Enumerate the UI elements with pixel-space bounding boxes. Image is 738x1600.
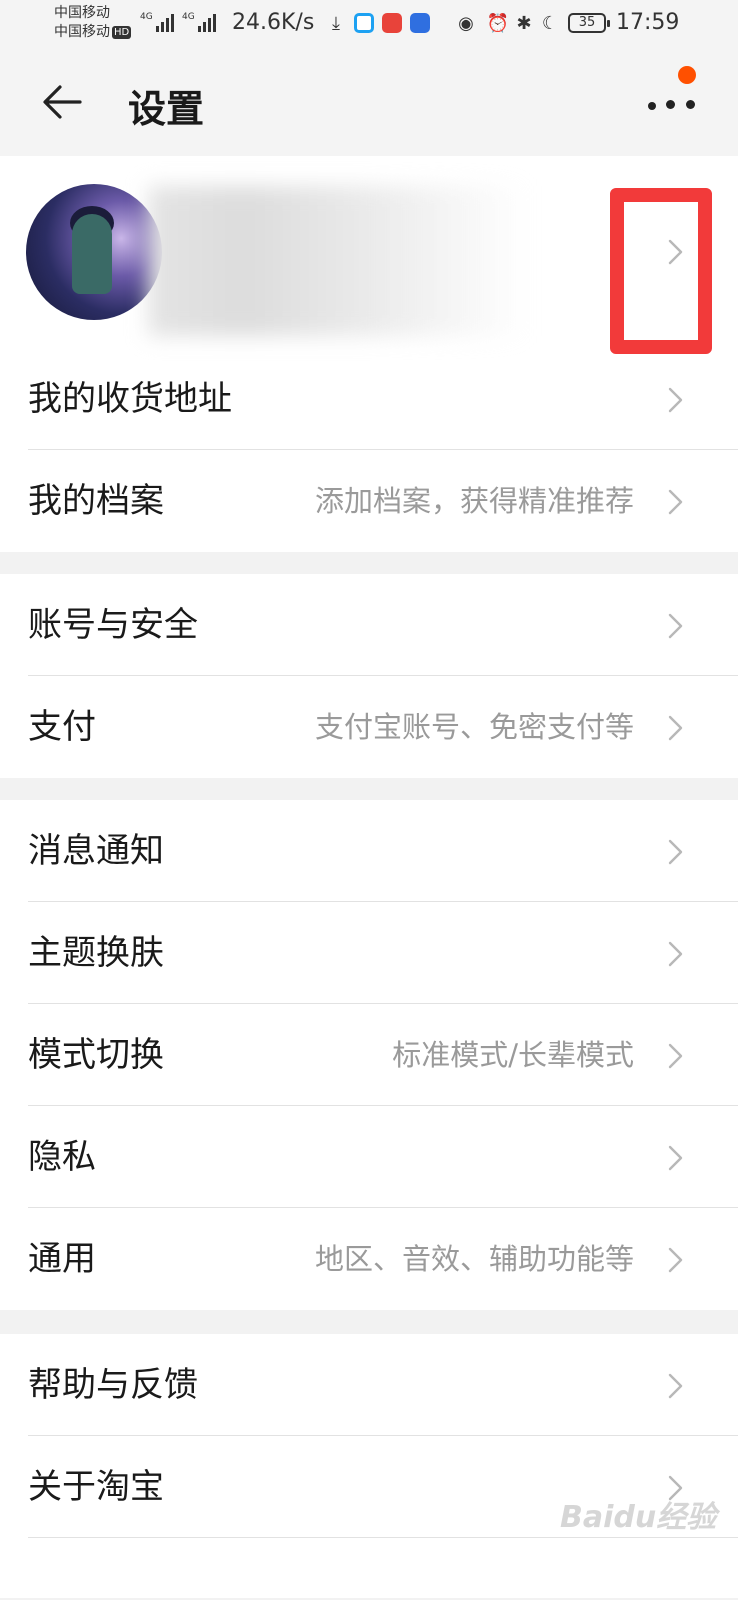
settings-row-mode[interactable]: 模式切换 标准模式/长辈模式 <box>0 1004 738 1106</box>
row-label: 通用 <box>28 1239 96 1279</box>
browser-app-icon <box>354 13 374 33</box>
download-icon: ⤓ <box>332 12 340 34</box>
carrier-info: 中国移动 中国移动 HD <box>54 4 132 42</box>
settings-row-help[interactable]: 帮助与反馈 <box>0 1334 738 1436</box>
app-header: 设置 <box>0 48 738 156</box>
chevron-right-icon <box>668 1247 683 1273</box>
settings-row-privacy[interactable]: 隐私 <box>0 1106 738 1208</box>
row-label: 账号与安全 <box>28 605 198 645</box>
row-description: 地区、音效、辅助功能等 <box>314 1242 634 1276</box>
battery-icon: 35 <box>568 13 610 33</box>
row-label: 关于淘宝 <box>28 1467 164 1507</box>
row-description: 标准模式/长辈模式 <box>392 1038 634 1072</box>
settings-row-general[interactable]: 通用 地区、音效、辅助功能等 <box>0 1208 738 1310</box>
moon-icon: ☾ <box>541 12 559 34</box>
row-description: 添加档案，获得精准推荐 <box>314 484 634 518</box>
status-bar: 中国移动 中国移动 HD 4G 4G 24.6K/s ⤓ ◉ ⏰ ✱ ☾ 35 1… <box>0 0 738 48</box>
settings-row-archive[interactable]: 我的档案 添加档案，获得精准推荐 <box>0 450 738 552</box>
blurred-username <box>148 186 528 336</box>
avatar[interactable] <box>26 184 162 320</box>
chevron-right-icon <box>668 1145 683 1171</box>
row-label: 我的收货地址 <box>28 379 232 419</box>
settings-row-account-security[interactable]: 账号与安全 <box>0 574 738 676</box>
carrier-2: 中国移动 <box>54 24 110 40</box>
settings-row-address[interactable]: 我的收货地址 <box>0 348 738 450</box>
signal-1-icon: 4G <box>140 12 174 32</box>
row-label: 消息通知 <box>28 831 164 871</box>
bulb-app-icon <box>410 13 430 33</box>
eye-icon: ◉ <box>458 12 474 34</box>
alarm-icon: ⏰ <box>486 12 510 34</box>
settings-row-payment[interactable]: 支付 支付宝账号、免密支付等 <box>0 676 738 778</box>
more-menu-button[interactable] <box>640 78 710 128</box>
signal-2-icon: 4G <box>182 12 216 32</box>
chevron-right-icon <box>668 387 683 413</box>
network-type-1: 4G <box>140 12 153 22</box>
row-label: 隐私 <box>28 1137 96 1177</box>
highlight-box <box>610 188 712 354</box>
carrier-1: 中国移动 <box>54 5 110 21</box>
row-label: 主题换肤 <box>28 933 164 973</box>
settings-row-theme[interactable]: 主题换肤 <box>0 902 738 1004</box>
watermark: Baidu经验 <box>560 1500 717 1535</box>
row-label: 帮助与反馈 <box>28 1365 198 1405</box>
reader-app-icon <box>382 13 402 33</box>
chevron-right-icon <box>668 715 683 741</box>
chevron-right-icon <box>668 489 683 515</box>
net-speed: 24.6K/s <box>232 10 315 35</box>
clock: 17:59 <box>616 10 680 35</box>
notification-dot <box>678 66 696 84</box>
chevron-right-icon <box>668 839 683 865</box>
row-label: 我的档案 <box>28 481 164 521</box>
row-label: 模式切换 <box>28 1035 164 1075</box>
chevron-right-icon <box>668 941 683 967</box>
row-label: 支付 <box>28 707 96 747</box>
settings-row-notifications[interactable]: 消息通知 <box>0 800 738 902</box>
group-preferences: 消息通知 主题换肤 模式切换 标准模式/长辈模式 隐私 通用 地区、音效、辅助功… <box>0 800 738 1310</box>
bluetooth-icon: ✱ <box>516 12 532 34</box>
back-arrow-icon[interactable] <box>40 80 84 124</box>
group-support: 帮助与反馈 关于淘宝 <box>0 1334 738 1598</box>
hd-badge: HD <box>112 25 132 39</box>
network-type-2: 4G <box>182 12 195 22</box>
row-description: 支付宝账号、免密支付等 <box>314 710 634 744</box>
group-account: 账号与安全 支付 支付宝账号、免密支付等 <box>0 574 738 778</box>
chevron-right-icon <box>668 613 683 639</box>
chevron-right-icon <box>668 1043 683 1069</box>
chevron-right-icon <box>668 1373 683 1399</box>
page-title: 设置 <box>128 87 205 131</box>
